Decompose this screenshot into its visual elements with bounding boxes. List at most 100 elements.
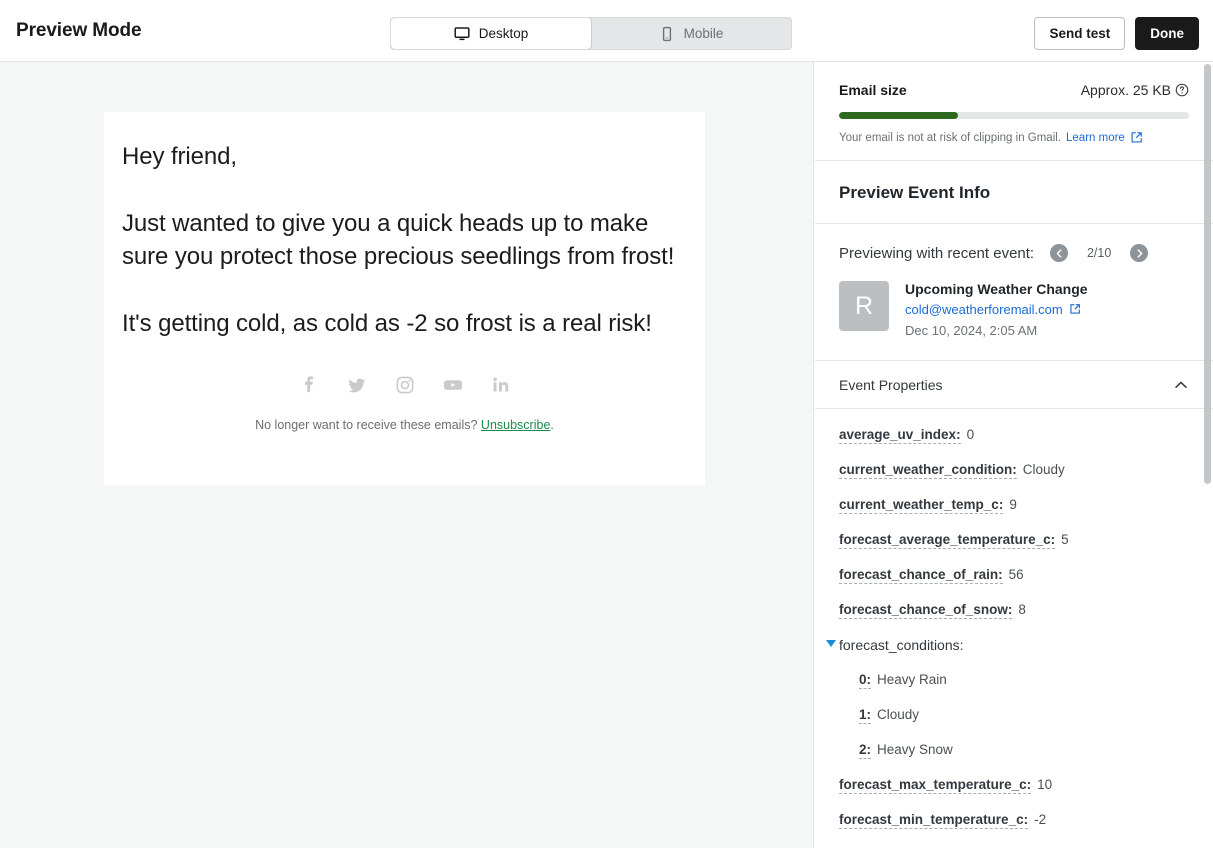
- event-property-key[interactable]: current_weather_condition:: [839, 462, 1017, 479]
- event-property-key[interactable]: forecast_min_temperature_c:: [839, 812, 1029, 829]
- email-size-note: Your email is not at risk of clipping in…: [839, 131, 1189, 144]
- email-paragraph: It's getting cold, as cold as -2 so fros…: [122, 310, 652, 337]
- facebook-icon[interactable]: [298, 374, 320, 396]
- event-property-key[interactable]: 2:: [859, 742, 872, 759]
- event-property-key[interactable]: forecast_max_temperature_c:: [839, 777, 1032, 794]
- email-size-value-group: Approx. 25 KB: [1081, 82, 1189, 98]
- sidebar-scroll-area[interactable]: Email size Approx. 25 KB Your email is n…: [815, 62, 1213, 848]
- event-properties-list: average_uv_index: 0 current_weather_condit…: [815, 409, 1213, 848]
- preview-sidebar: Email size Approx. 25 KB Your email is n…: [815, 62, 1213, 848]
- chevron-up-icon[interactable]: [1173, 377, 1189, 393]
- avatar: R: [839, 281, 889, 331]
- unsubscribe-footer: No longer want to receive these emails? …: [122, 418, 687, 432]
- event-email-text: cold@weatherforemail.com: [905, 302, 1063, 317]
- tab-desktop-label: Desktop: [478, 26, 529, 41]
- event-navigation: Previewing with recent event: 2/10: [839, 244, 1189, 262]
- event-property-key[interactable]: 0:: [859, 672, 872, 689]
- event-property-key[interactable]: average_uv_index:: [839, 427, 961, 444]
- event-details: Upcoming Weather Change cold@weatherfore…: [905, 281, 1088, 338]
- chevron-left-circle-icon[interactable]: [1050, 244, 1069, 262]
- preview-event-info-header: Preview Event Info: [815, 161, 1213, 224]
- external-link-icon[interactable]: [1069, 303, 1082, 316]
- page-title: Preview Mode: [16, 20, 142, 41]
- event-email-link[interactable]: cold@weatherforemail.com: [905, 302, 1088, 317]
- event-property-key[interactable]: forecast_chance_of_snow:: [839, 602, 1013, 619]
- preview-event-info-title: Preview Event Info: [839, 183, 991, 202]
- event-property-value: 9: [1009, 497, 1017, 512]
- event-date: Dec 10, 2024, 2:05 AM: [905, 323, 1038, 338]
- event-property-value: -2: [1034, 812, 1047, 827]
- email-size-progress-fill: [839, 112, 958, 119]
- event-property-key[interactable]: forecast_conditions:: [839, 637, 964, 654]
- instagram-icon[interactable]: [394, 374, 416, 396]
- event-properties-header[interactable]: Event Properties: [815, 361, 1213, 409]
- email-size-title: Email size: [839, 82, 907, 98]
- event-property-value: 10: [1037, 777, 1053, 792]
- event-property-row: 0: Heavy Rain: [815, 672, 1213, 689]
- disclosure-triangle-icon[interactable]: [826, 640, 836, 647]
- event-property-value: Heavy Rain: [877, 672, 947, 687]
- email-body: Hey friend, Just wanted to give you a qu…: [122, 140, 687, 432]
- email-size-header: Email size Approx. 25 KB: [839, 82, 1189, 98]
- external-link-icon[interactable]: [1130, 131, 1143, 144]
- event-card: R Upcoming Weather Change cold@weatherfo…: [839, 281, 1189, 338]
- event-property-row: average_uv_index: 0: [815, 427, 1213, 444]
- email-paragraph: Hey friend,: [122, 143, 237, 170]
- event-property-row: forecast_min_temperature_c: -2: [815, 812, 1213, 829]
- email-card: Hey friend, Just wanted to give you a qu…: [104, 112, 705, 485]
- desktop-icon: [454, 26, 470, 42]
- event-property-value: 5: [1061, 532, 1069, 547]
- event-property-row: current_weather_temp_c: 9: [815, 497, 1213, 514]
- event-property-value: 8: [1018, 602, 1026, 617]
- linkedin-icon[interactable]: [490, 374, 512, 396]
- event-property-row: forecast_chance_of_rain: 56: [815, 567, 1213, 584]
- event-property-row: forecast_chance_of_snow: 8: [815, 602, 1213, 619]
- send-test-button[interactable]: Send test: [1034, 17, 1126, 50]
- preview-mode-screen: Preview Mode Desktop Mobile Send test Do…: [0, 0, 1213, 848]
- unsubscribe-link[interactable]: Unsubscribe: [481, 418, 550, 432]
- mobile-icon: [659, 26, 675, 42]
- tab-desktop[interactable]: Desktop: [391, 18, 591, 49]
- event-property-key[interactable]: forecast_average_temperature_c:: [839, 532, 1056, 549]
- twitter-icon[interactable]: [346, 374, 368, 396]
- event-property-key[interactable]: 1:: [859, 707, 872, 724]
- event-property-key[interactable]: current_weather_temp_c:: [839, 497, 1004, 514]
- learn-more-link[interactable]: Learn more: [1066, 132, 1125, 144]
- event-name: Upcoming Weather Change: [905, 281, 1088, 297]
- tab-mobile[interactable]: Mobile: [591, 18, 791, 49]
- device-preview-toggle[interactable]: Desktop Mobile: [390, 17, 792, 50]
- email-size-progress-track: [839, 112, 1189, 119]
- done-button[interactable]: Done: [1135, 17, 1199, 50]
- help-circle-icon[interactable]: [1175, 83, 1189, 97]
- event-property-row: 2: Heavy Snow: [815, 742, 1213, 759]
- previewing-label: Previewing with recent event:: [839, 244, 1035, 262]
- chevron-right-circle-icon[interactable]: [1130, 244, 1149, 262]
- tab-mobile-label: Mobile: [683, 26, 724, 41]
- event-property-row: forecast_max_temperature_c: 10: [815, 777, 1213, 794]
- event-property-value: 0: [966, 427, 975, 442]
- event-property-value: 56: [1008, 567, 1024, 582]
- preview-event-section: Previewing with recent event: 2/10 R Upc…: [815, 224, 1213, 361]
- footer-text: No longer want to receive these emails?: [255, 418, 478, 432]
- event-property-row: forecast_conditions:: [815, 637, 1213, 654]
- event-property-row: forecast_average_temperature_c: 5: [815, 532, 1213, 549]
- event-property-value: Cloudy: [1022, 462, 1065, 477]
- clipping-note-text: Your email is not at risk of clipping in…: [839, 131, 1062, 144]
- email-preview-canvas: Hey friend, Just wanted to give you a qu…: [0, 62, 814, 848]
- email-size-value: Approx. 25 KB: [1080, 82, 1171, 98]
- sidebar-scrollbar-thumb[interactable]: [1204, 64, 1211, 484]
- event-property-row: current_weather_condition: Cloudy: [815, 462, 1213, 479]
- event-property-value: Cloudy: [877, 707, 920, 722]
- toolbar-actions: Send test Done: [1034, 17, 1199, 50]
- event-property-value: Heavy Snow: [877, 742, 953, 757]
- youtube-icon[interactable]: [442, 374, 464, 396]
- email-paragraph: Just wanted to give you a quick heads up…: [122, 210, 675, 270]
- email-size-section: Email size Approx. 25 KB Your email is n…: [815, 62, 1213, 161]
- event-properties-title: Event Properties: [839, 377, 943, 393]
- top-toolbar: Preview Mode Desktop Mobile Send test Do…: [0, 0, 1213, 62]
- event-property-key[interactable]: forecast_chance_of_rain:: [839, 567, 1003, 584]
- event-counter: 2/10: [1086, 246, 1112, 260]
- event-property-row: 1: Cloudy: [815, 707, 1213, 724]
- social-links-row: [122, 374, 687, 396]
- footer-period: .: [550, 418, 554, 432]
